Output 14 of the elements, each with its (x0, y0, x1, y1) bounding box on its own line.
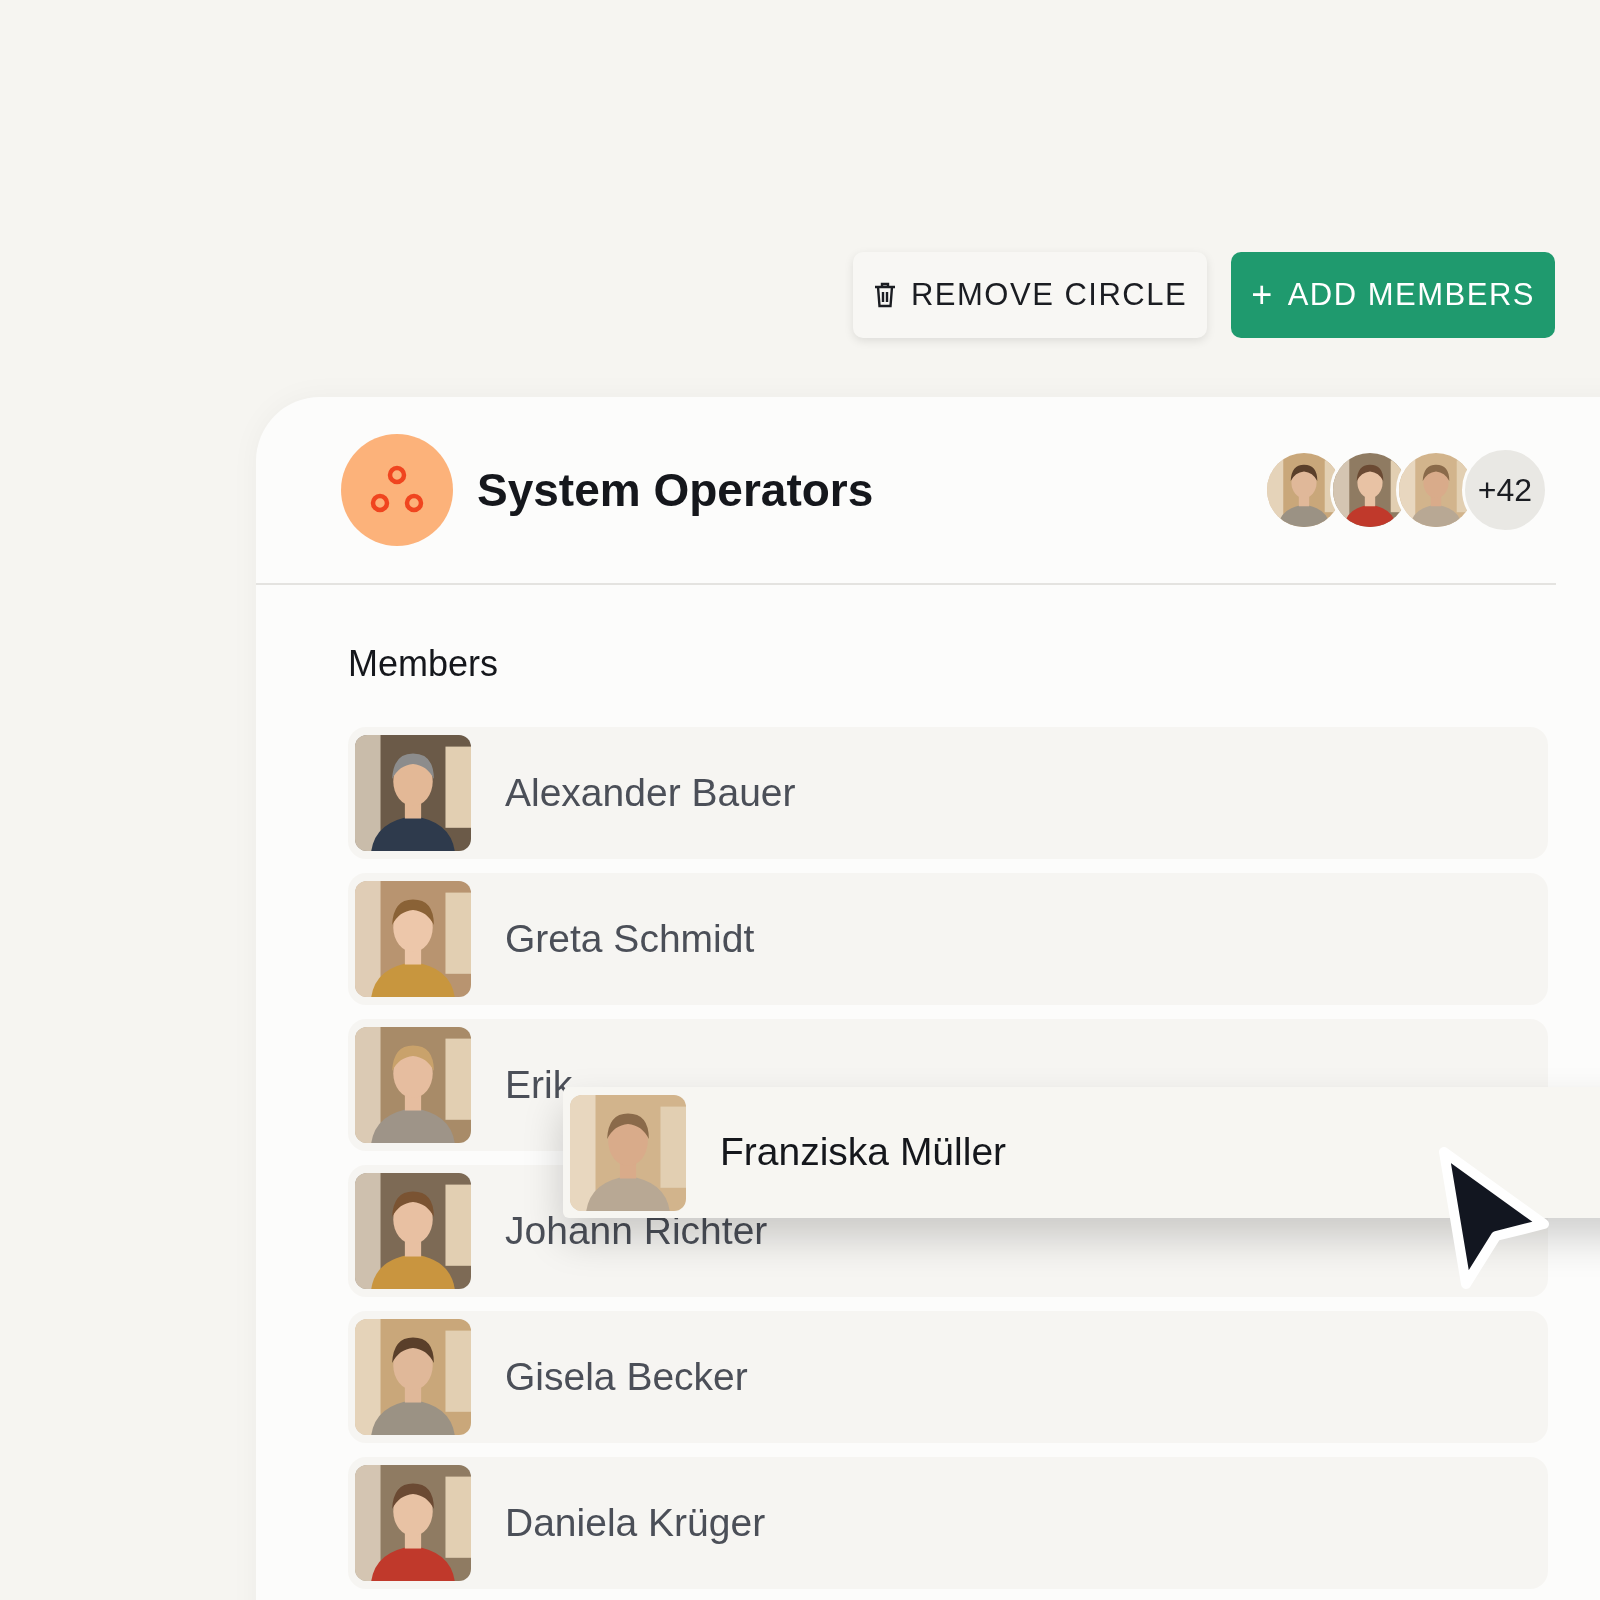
member-row[interactable]: Daniela Krüger (348, 1457, 1548, 1589)
trash-icon (873, 281, 897, 309)
member-name: Gisela Becker (505, 1353, 748, 1400)
member-count: +42 (1462, 447, 1548, 533)
member-name: Alexander Bauer (505, 769, 796, 816)
member-row[interactable]: Gisela Becker (348, 1311, 1548, 1443)
member-name: Daniela Krüger (505, 1499, 766, 1546)
section-heading: Members (348, 642, 500, 686)
circle-title: System Operators (477, 462, 874, 518)
member-row[interactable]: Alexander Bauer (348, 727, 1548, 859)
member-row[interactable]: Greta Schmidt (348, 873, 1548, 1005)
remove-circle-button[interactable]: REMOVE CIRCLE (853, 252, 1208, 338)
add-members-button[interactable]: + ADD MEMBERS (1231, 252, 1555, 338)
member-name: Greta Schmidt (505, 915, 755, 962)
